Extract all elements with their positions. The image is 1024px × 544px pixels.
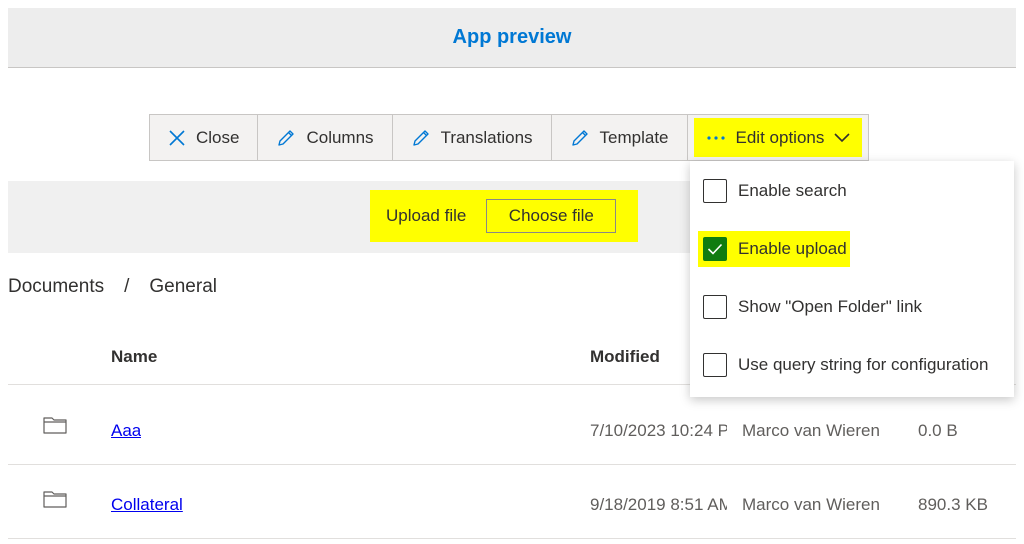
row-divider [8, 538, 1016, 539]
columns-button[interactable]: Columns [258, 115, 393, 160]
breadcrumb: Documents / General [8, 276, 217, 298]
folder-icon [43, 490, 67, 513]
edit-options-button[interactable]: Edit options [688, 115, 869, 160]
modified-by: Marco van Wieren [742, 495, 880, 514]
row-divider [8, 464, 1016, 465]
checkbox[interactable] [703, 179, 727, 203]
menu-item-label: Enable upload [738, 239, 847, 258]
folder-icon [43, 416, 67, 439]
column-header-modified[interactable]: Modified [590, 347, 660, 367]
close-label: Close [196, 127, 240, 147]
close-button[interactable]: Close [150, 115, 259, 160]
choose-file-button[interactable]: Choose file [486, 199, 617, 233]
file-size: 0.0 B [918, 421, 958, 440]
menu-item-enable-search[interactable]: Enable search [690, 169, 1014, 213]
modified-date: 9/18/2019 8:51 AM [590, 495, 727, 514]
modified-date: 7/10/2023 10:24 PM [590, 421, 727, 440]
checkbox[interactable] [703, 353, 727, 377]
menu-item-enable-upload[interactable]: Enable upload [698, 231, 850, 267]
command-bar: Close Columns Translations Template Edit… [149, 114, 870, 161]
more-dots-icon [706, 135, 726, 141]
columns-label: Columns [306, 127, 374, 147]
breadcrumb-item-general[interactable]: General [149, 276, 217, 298]
column-header-name[interactable]: Name [111, 347, 157, 367]
upload-label: Upload file [386, 206, 467, 225]
edit-options-menu: Enable search Enable upload Show "Open F… [690, 161, 1014, 397]
checkbox-checked[interactable] [703, 237, 727, 261]
close-icon [168, 129, 186, 147]
menu-item-use-query-string[interactable]: Use query string for configuration [690, 343, 1014, 387]
template-label: Template [599, 127, 669, 147]
pencil-icon [570, 128, 590, 148]
translations-label: Translations [440, 127, 533, 147]
menu-item-label: Show "Open Folder" link [738, 297, 923, 316]
edit-options-label: Edit options [735, 127, 825, 147]
checkbox[interactable] [703, 295, 727, 319]
pencil-icon [411, 128, 431, 148]
menu-item-label: Use query string for configuration [738, 355, 989, 374]
file-name-link[interactable]: Aaa [111, 421, 141, 441]
translations-button[interactable]: Translations [393, 115, 552, 160]
menu-item-label: Enable search [738, 181, 847, 200]
checkmark-icon [707, 243, 723, 255]
template-button[interactable]: Template [552, 115, 688, 160]
app-header: App preview [8, 8, 1016, 68]
page-title: App preview [452, 26, 572, 48]
file-size: 890.3 KB [918, 495, 988, 514]
upload-control: Upload file Choose file [370, 190, 638, 242]
modified-by: Marco van Wieren [742, 421, 880, 440]
chevron-down-icon [834, 132, 850, 143]
pencil-icon [276, 128, 296, 148]
breadcrumb-separator: / [124, 276, 130, 297]
file-name-link[interactable]: Collateral [111, 495, 183, 515]
breadcrumb-item-documents[interactable]: Documents [8, 276, 104, 298]
menu-item-show-open-folder[interactable]: Show "Open Folder" link [690, 285, 1014, 329]
